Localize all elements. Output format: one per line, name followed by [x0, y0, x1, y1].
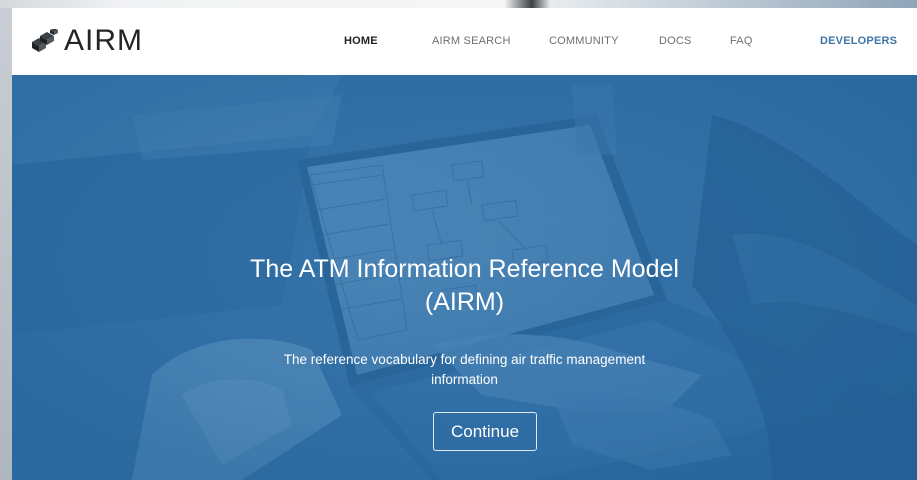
hero-subtitle: The reference vocabulary for defining ai…	[12, 350, 917, 390]
hero-title-line2: (AIRM)	[424, 288, 505, 316]
page: AIRM HOME AIRM SEARCH COMMUNITY DOCS FAQ…	[12, 8, 917, 480]
nav-community[interactable]: COMMUNITY	[549, 35, 619, 47]
hero-title: The ATM Information Reference Model (AIR…	[12, 253, 917, 319]
hero-section: The ATM Information Reference Model (AIR…	[12, 75, 917, 480]
site-header: AIRM HOME AIRM SEARCH COMMUNITY DOCS FAQ…	[12, 8, 917, 75]
nav-home[interactable]: HOME	[344, 35, 378, 47]
nav-docs[interactable]: DOCS	[659, 35, 692, 47]
hero-subtitle-line1: The reference vocabulary for defining ai…	[283, 352, 646, 367]
continue-button[interactable]: Continue	[433, 412, 537, 451]
nav-airm-search[interactable]: AIRM SEARCH	[432, 35, 511, 47]
hero-title-line1: The ATM Information Reference Model	[250, 255, 679, 283]
backdrop-top-edge	[0, 0, 917, 8]
nav-faq[interactable]: FAQ	[730, 35, 753, 47]
nav-developers[interactable]: DEVELOPERS	[820, 35, 897, 47]
main-nav: HOME AIRM SEARCH COMMUNITY DOCS FAQ DEVE…	[12, 8, 917, 75]
hero-subtitle-line2: information	[431, 372, 498, 387]
backdrop-left-edge	[0, 0, 12, 480]
